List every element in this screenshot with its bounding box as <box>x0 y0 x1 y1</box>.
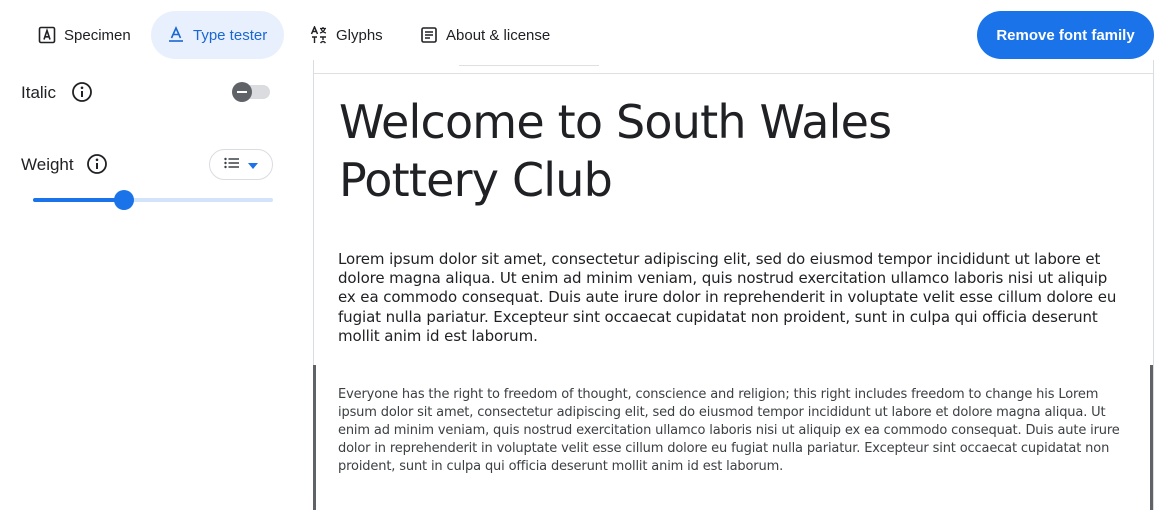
remove-font-family-button[interactable]: Remove font family <box>977 11 1154 59</box>
slider-knob[interactable] <box>114 190 135 210</box>
tab-about-license[interactable]: About & license <box>404 11 566 59</box>
italic-label: Italic <box>21 83 56 102</box>
tab-glyphs[interactable]: Glyphs <box>294 11 399 59</box>
glyphs-icon <box>310 26 328 44</box>
preview-small-text[interactable]: Everyone has the right to freedom of tho… <box>338 386 1133 476</box>
info-icon[interactable] <box>86 153 108 175</box>
weight-mode-dropdown[interactable] <box>209 149 273 180</box>
info-icon[interactable] <box>71 81 93 103</box>
type-tester-icon <box>167 26 185 44</box>
italic-toggle[interactable] <box>232 82 270 102</box>
weight-slider[interactable] <box>33 190 273 210</box>
tab-specimen[interactable]: Specimen <box>22 11 147 59</box>
section-divider <box>313 365 316 510</box>
preview-panel-header <box>313 60 1154 74</box>
list-icon <box>224 156 240 174</box>
preview-heading[interactable]: Welcome to South Wales Pottery Club <box>339 93 1039 209</box>
article-icon <box>420 26 438 44</box>
caret-down-icon <box>248 156 258 174</box>
weight-label: Weight <box>21 155 74 174</box>
tab-label: About & license <box>446 26 551 44</box>
tab-label: Glyphs <box>336 26 383 44</box>
preview-panel-tab <box>459 60 599 66</box>
specimen-icon <box>38 26 56 44</box>
top-tab-bar: Specimen Type tester Glyphs About & lice… <box>0 0 1165 68</box>
tab-label: Type tester <box>193 26 268 44</box>
slider-fill <box>33 198 125 202</box>
tab-label: Specimen <box>64 26 131 44</box>
toggle-thumb <box>232 82 252 102</box>
section-divider-right <box>1150 365 1153 510</box>
preview-paragraph[interactable]: Lorem ipsum dolor sit amet, consectetur … <box>338 250 1128 346</box>
tab-type-tester[interactable]: Type tester <box>151 11 284 59</box>
